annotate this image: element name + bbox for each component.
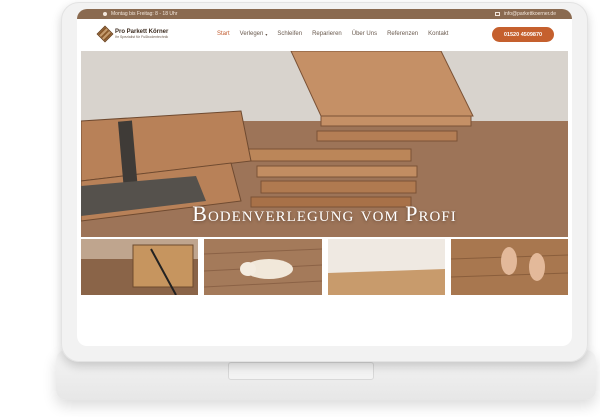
nav-item-referenzen[interactable]: Referenzen (387, 31, 418, 37)
website-screen: Montag bis Freitag: 8 - 18 Uhr info@park… (77, 9, 572, 346)
gallery-thumbnails (81, 239, 568, 295)
hero-banner: Bodenverlegung vom Profi (81, 51, 568, 237)
company-name: Pro Parkett Körner (115, 28, 169, 35)
mail-icon (494, 12, 500, 16)
gallery-thumb-room[interactable] (327, 239, 445, 295)
email-text[interactable]: info@parkettkoerner.de (504, 11, 556, 17)
thumb-image-dog (204, 239, 322, 295)
nav-item-kontakt[interactable]: Kontakt (428, 31, 448, 37)
nav-item-verlegen[interactable]: Verlegen ▾ (240, 31, 268, 37)
gallery-thumb-dog[interactable] (204, 239, 322, 295)
main-navigation: Start Verlegen ▾ Schleifen Reparieren Übe… (217, 19, 448, 49)
logo-parquet-icon (96, 25, 114, 43)
gallery-thumb-tools[interactable] (81, 239, 199, 295)
opening-hours-text: Montag bis Freitag: 8 - 18 Uhr (111, 11, 178, 17)
nav-item-ueber-uns[interactable]: Über Uns (352, 31, 377, 37)
site-header: Pro Parkett Körner Ihr Spezialist für Fu… (77, 19, 572, 49)
company-tagline: Ihr Spezialist für Fußbodentechnik (115, 34, 169, 39)
nav-item-start[interactable]: Start (217, 31, 230, 37)
email-link[interactable]: info@parkettkoerner.de (494, 11, 556, 17)
phone-button[interactable]: 01520 4509870 (492, 27, 554, 42)
thumb-image-tools (81, 239, 199, 295)
nav-item-verlegen-label[interactable]: Verlegen (240, 31, 264, 37)
opening-hours: Montag bis Freitag: 8 - 18 Uhr (103, 11, 177, 17)
chevron-down-icon: ▾ (265, 31, 268, 37)
hero-title: Bodenverlegung vom Profi (192, 201, 457, 226)
thumb-image-room (327, 239, 445, 295)
nav-item-reparieren[interactable]: Reparieren (312, 31, 342, 37)
gallery-thumb-feet[interactable] (450, 239, 568, 295)
laptop-trackpad-notch (228, 362, 374, 380)
nav-item-schleifen[interactable]: Schleifen (277, 31, 302, 37)
site-logo[interactable]: Pro Parkett Körner Ihr Spezialist für Fu… (96, 25, 169, 43)
clock-icon (103, 12, 107, 16)
laptop-mockup: Montag bis Freitag: 8 - 18 Uhr info@park… (0, 0, 600, 417)
thumb-image-feet (450, 239, 568, 295)
info-bar: Montag bis Freitag: 8 - 18 Uhr info@park… (77, 9, 572, 19)
